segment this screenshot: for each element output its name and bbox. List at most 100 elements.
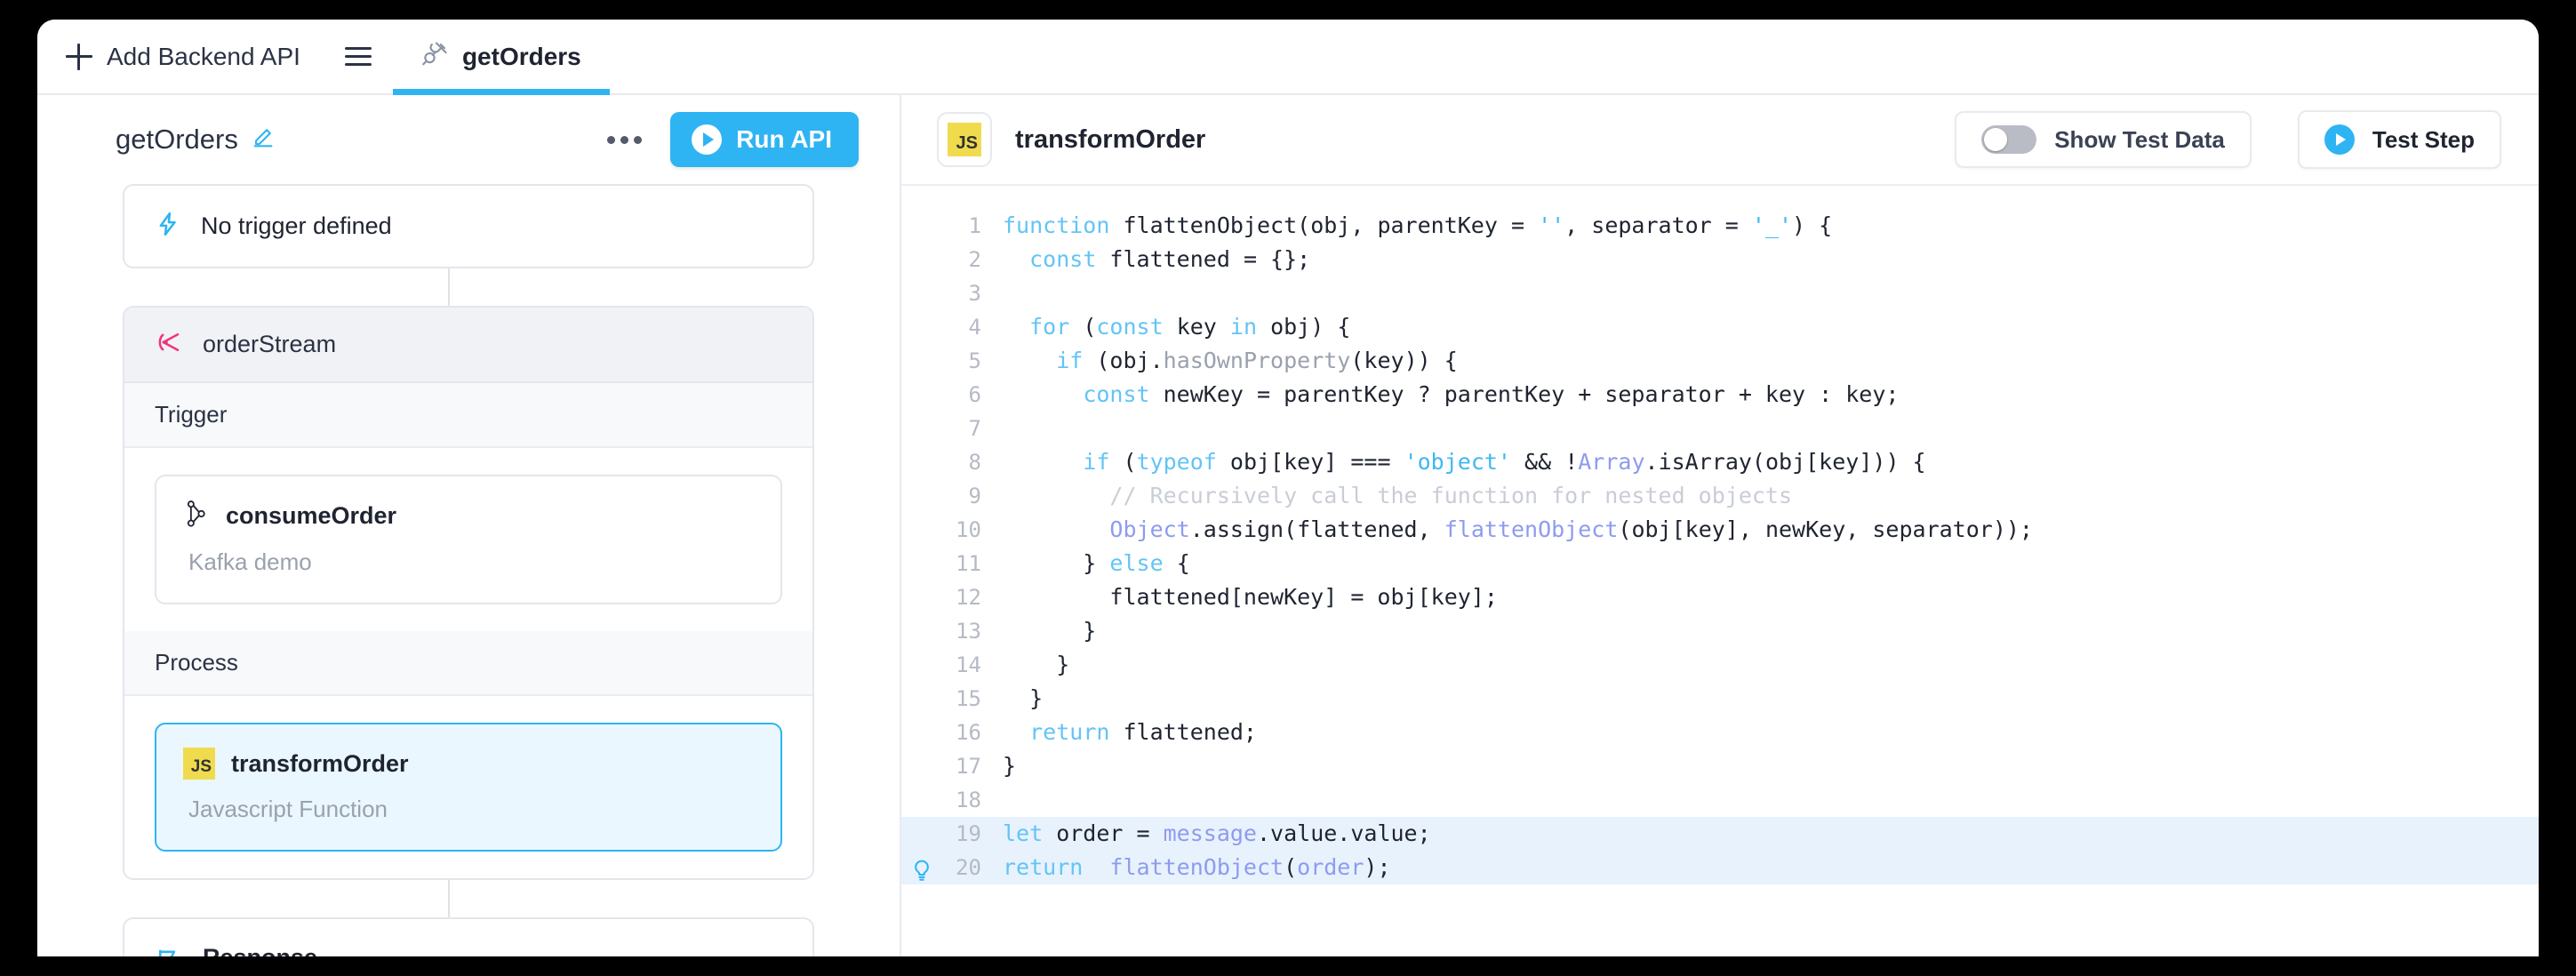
play-circle-icon: [2324, 124, 2355, 155]
code-text: }: [1003, 652, 1070, 677]
line-number: 9: [968, 484, 981, 508]
step-subtitle: Javascript Function: [188, 796, 388, 822]
code-line: 20 return flattenObject(order);: [901, 851, 2539, 884]
code-text: const newKey = parentKey ? parentKey + s…: [1083, 381, 1900, 407]
step-consume-order[interactable]: consumeOrder Kafka demo: [155, 475, 782, 604]
group-order-stream: orderStream Trigger consumeOrder Kafka d…: [123, 306, 814, 880]
code-line: 16 return flattened;: [901, 716, 2539, 749]
add-backend-api-button[interactable]: Add Backend API: [37, 20, 324, 93]
code-text: }: [1003, 685, 1044, 711]
line-number: 1: [968, 213, 981, 238]
response-card[interactable]: Response onError show alert: [123, 917, 814, 956]
response-text: Response onError show alert: [203, 944, 391, 956]
code-line: 14 }: [901, 648, 2539, 682]
flow-connector: [448, 880, 450, 917]
line-number: 13: [956, 619, 981, 644]
code-line: 18: [901, 783, 2539, 817]
response-title: Response: [203, 944, 391, 956]
no-trigger-card[interactable]: No trigger defined: [123, 184, 814, 268]
hamburger-icon[interactable]: [324, 20, 393, 93]
js-badge-icon: JS: [948, 123, 981, 156]
lightbulb-icon[interactable]: [901, 851, 942, 884]
code-text: flattened[newKey] = obj[key];: [1003, 584, 1498, 610]
code-line: 15 }: [901, 682, 2539, 716]
code-text: } else {: [1003, 550, 1190, 576]
line-number: 11: [956, 551, 981, 576]
step-subtitle: Kafka demo: [188, 548, 312, 575]
code-line: 5 if (obj.hasOwnProperty(key)) {: [901, 344, 2539, 378]
toggle-switch[interactable]: [1981, 125, 2037, 154]
code-line: 4 for (const key in obj) {: [901, 310, 2539, 344]
code-line: 13 }: [901, 614, 2539, 648]
line-number: 12: [956, 585, 981, 610]
code-line: 9 // Recursively call the function for n…: [901, 479, 2539, 513]
line-number: 4: [968, 315, 981, 340]
line-number: 17: [956, 754, 981, 779]
play-circle-icon: [692, 124, 723, 155]
code-text: return flattened;: [1029, 719, 1257, 745]
plus-icon: [66, 43, 92, 70]
code-editor[interactable]: 1 function flattenObject(obj, parentKey =…: [901, 184, 2539, 956]
flag-icon: [155, 948, 181, 956]
line-number: 5: [968, 348, 981, 373]
flow-panel-header: getOrders Run API: [37, 95, 900, 184]
test-step-label: Test Step: [2372, 125, 2475, 153]
flow-canvas: No trigger defined orderStream Trigger c…: [37, 184, 900, 956]
top-tab-bar: Add Backend API getOrders: [37, 20, 2539, 95]
tab-label: getOrders: [461, 42, 581, 70]
code-text: const flattened = {};: [1029, 246, 1311, 272]
js-tile: JS: [937, 112, 992, 167]
code-text: // Recursively call the function for nes…: [1003, 483, 1793, 508]
step-title-row: consumeOrder: [183, 500, 754, 532]
section-body-process: JS transformOrder Javascript Function: [124, 696, 812, 878]
test-step-button[interactable]: Test Step: [2297, 110, 2501, 169]
line-number: 20: [956, 855, 981, 880]
code-text: }: [1003, 618, 1097, 644]
line-number: 15: [956, 686, 981, 711]
section-label-process: Process: [124, 631, 812, 696]
line-number: 2: [968, 247, 981, 272]
line-number: 6: [968, 382, 981, 407]
code-text: function flattenObject(obj, parentKey = …: [1003, 212, 1833, 238]
code-line: 12 flattened[newKey] = obj[key];: [901, 580, 2539, 614]
code-line: 8 if (typeof obj[key] === 'object' && !A…: [901, 445, 2539, 479]
group-header[interactable]: orderStream: [124, 308, 812, 383]
flow-connector: [448, 268, 450, 306]
js-badge-icon: JS: [183, 748, 215, 780]
code-line: 10 Object.assign(flattened, flattenObjec…: [901, 513, 2539, 547]
tab-getorders[interactable]: getOrders: [392, 20, 610, 95]
code-line: 19 let order = message.value.value;: [901, 817, 2539, 851]
code-text: }: [1003, 753, 1017, 779]
line-number: 3: [968, 281, 981, 306]
add-backend-api-label: Add Backend API: [107, 42, 300, 70]
group-name: orderStream: [203, 331, 337, 357]
kafka-icon: [183, 500, 210, 532]
code-line: 6 const newKey = parentKey ? parentKey +…: [901, 378, 2539, 412]
code-lines: 1 function flattenObject(obj, parentKey =…: [901, 209, 2539, 884]
line-number: 8: [968, 450, 981, 475]
toggle-knob: [1984, 128, 2008, 151]
line-number: 14: [956, 652, 981, 677]
step-editor-panel: JS transformOrder Show Test Data Test St…: [901, 95, 2539, 956]
step-title: consumeOrder: [226, 502, 397, 529]
code-line: 17}: [901, 749, 2539, 783]
ellipsis-icon[interactable]: [593, 124, 656, 156]
no-trigger-label: No trigger defined: [201, 212, 392, 239]
plug-icon: [421, 41, 448, 72]
code-text: if (obj.hasOwnProperty(key)) {: [1056, 348, 1458, 373]
pencil-icon[interactable]: [251, 125, 276, 155]
line-number: 18: [956, 788, 981, 812]
step-transform-order[interactable]: JS transformOrder Javascript Function: [155, 723, 782, 852]
code-line: 7: [901, 412, 2539, 445]
step-title: transformOrder: [231, 749, 409, 777]
line-number: 7: [968, 416, 981, 441]
run-api-button[interactable]: Run API: [670, 112, 859, 167]
show-test-data-toggle[interactable]: Show Test Data: [1955, 111, 2252, 168]
step-title-row: JS transformOrder: [183, 748, 754, 780]
code-text: Object.assign(flattened, flattenObject(o…: [1109, 516, 2033, 542]
run-api-label: Run API: [736, 125, 832, 153]
section-label-trigger: Trigger: [124, 383, 812, 448]
show-test-data-label: Show Test Data: [2054, 125, 2225, 153]
line-number: 10: [956, 517, 981, 542]
lightning-bolt-icon: [155, 211, 181, 242]
